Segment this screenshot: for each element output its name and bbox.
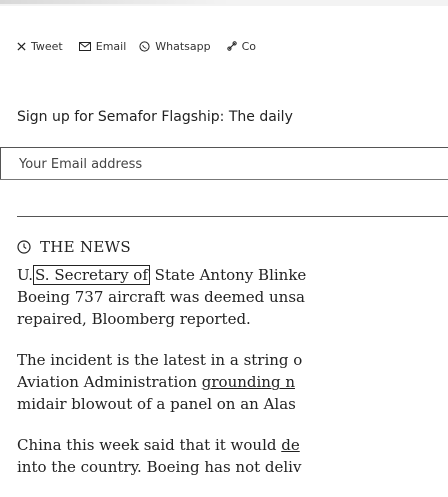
copy-link-button[interactable]: Co [226, 39, 257, 53]
signup-label: Sign up for Semafor Flagship: The daily [17, 109, 293, 125]
paragraph-2-line-1: The incident is the latest in a string o [17, 351, 303, 369]
top-bar [0, 0, 448, 6]
p3-text-a: China this week said that it would [17, 436, 282, 454]
link-icon [226, 41, 237, 51]
email-share-button[interactable]: Email [78, 39, 127, 53]
tweet-button[interactable]: Tweet [17, 40, 63, 53]
email-label: Email [95, 39, 127, 53]
paragraph-2-line-3: midair blowout of a panel on an Alas [17, 395, 296, 413]
share-row: Tweet Email Whatsapp Co [17, 36, 448, 56]
p1-text-a: U. [17, 266, 34, 284]
paragraph-3-line-1: China this week said that it would de [17, 434, 448, 456]
paragraph-1-line-2: Boeing 737 aircraft was deemed unsa [17, 288, 305, 306]
article-body: U. S. Secretary of State Antony Blinke Bo… [17, 264, 448, 497]
whatsapp-button[interactable]: Whatsapp [139, 39, 211, 53]
paragraph-1-line-3: repaired, Bloomberg reported. [17, 310, 251, 328]
news-title: THE NEWS [40, 238, 131, 256]
grounding-link[interactable]: grounding n [202, 373, 295, 391]
paragraph-3-line-2: into the country. Boeing has not deliv [17, 458, 302, 476]
paragraph-2-line-2: Aviation Administration grounding n [17, 371, 448, 393]
whatsapp-label: Whatsapp [155, 39, 211, 53]
mail-icon [78, 41, 91, 51]
email-field-border [0, 148, 1, 179]
article-paragraph-1: U. S. Secretary of State Antony Blinke Bo… [17, 264, 448, 330]
article-paragraph-2: The incident is the latest in a string o… [17, 349, 448, 415]
tweet-label: Tweet [31, 39, 63, 53]
highlighted-text[interactable]: S. Secretary of [33, 265, 150, 285]
news-section-header: THE NEWS [17, 236, 131, 258]
twitter-icon [17, 41, 26, 51]
copy-label: Co [241, 39, 257, 53]
whatsapp-icon [139, 40, 150, 52]
top-bar-fade [0, 0, 230, 4]
delay-link[interactable]: de [281, 436, 299, 454]
email-field-wrapper [0, 147, 448, 180]
article-paragraph-3: China this week said that it would de in… [17, 434, 448, 478]
clock-icon [17, 240, 31, 254]
p1-text-b: State Antony Blinke [149, 266, 307, 284]
section-divider [17, 216, 448, 217]
signup-prompt: Sign up for Semafor Flagship: The daily [0, 109, 448, 131]
p2-text-a: Aviation Administration [17, 373, 202, 391]
email-field[interactable] [17, 151, 441, 177]
paragraph-1-line-1: U. S. Secretary of State Antony Blinke [17, 264, 448, 286]
